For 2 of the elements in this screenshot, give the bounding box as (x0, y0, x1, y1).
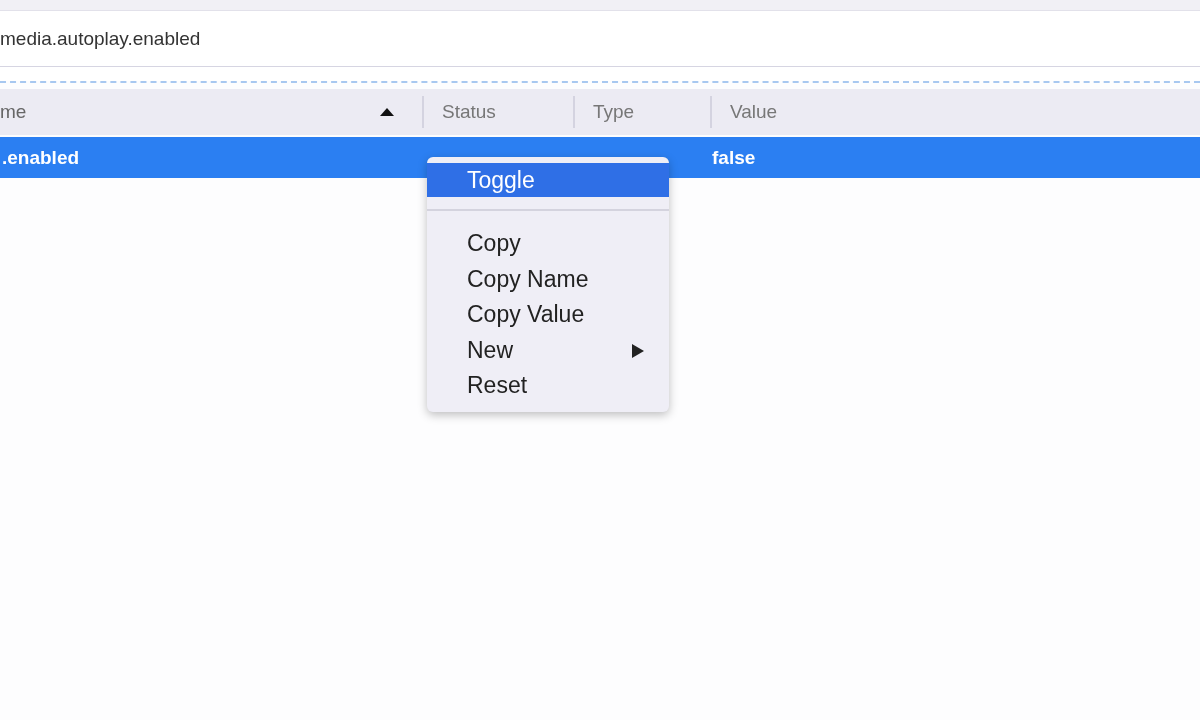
table-cell: .enabled (2, 146, 80, 168)
table-cell: false (712, 146, 756, 168)
